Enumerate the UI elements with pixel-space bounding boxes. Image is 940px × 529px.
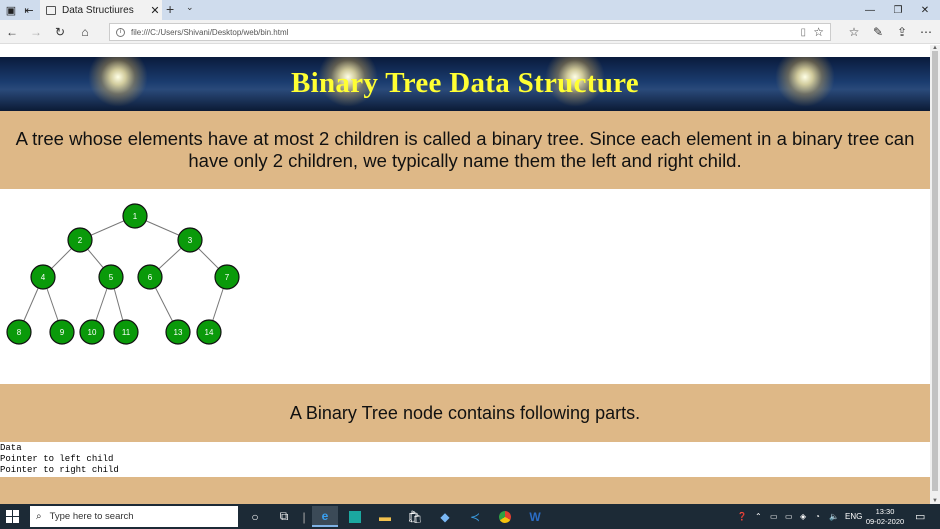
page-title: Binary Tree Data Structure <box>291 67 639 99</box>
tree-node-label: 2 <box>78 236 83 245</box>
sublime-icon[interactable] <box>342 506 368 527</box>
footer-band <box>0 477 930 504</box>
volume-icon[interactable]: 🔈 <box>829 504 839 529</box>
close-window-button[interactable]: ✕ <box>910 0 940 20</box>
edge-browser-icon[interactable]: e <box>312 506 338 527</box>
tree-node-label: 1 <box>133 212 138 221</box>
title-bar: ▣ ⇤ Data Structiures ✕ + ⌄ — ❐ ✕ <box>0 0 940 20</box>
tree-node: 5 <box>98 264 124 290</box>
taskbar-search-input[interactable]: ⌕ Type here to search <box>30 506 238 527</box>
tray-network-icon[interactable]: ▭ <box>770 504 778 529</box>
tree-node: 9 <box>49 319 75 345</box>
tree-node: 8 <box>6 319 32 345</box>
tree-node: 4 <box>30 264 56 290</box>
tree-node-label: 14 <box>205 328 214 337</box>
list-item: Data <box>0 443 22 453</box>
tree-node-label: 13 <box>174 328 183 337</box>
windows-start-icon[interactable] <box>6 510 19 523</box>
new-tab-button[interactable]: + <box>166 1 174 17</box>
tree-node: 10 <box>79 319 105 345</box>
intro-paragraph: A tree whose elements have at most 2 chi… <box>0 111 930 189</box>
vscode-icon[interactable]: ≺ <box>462 506 488 527</box>
address-url: file:///C:/Users/Shivani/Desktop/web/bin… <box>131 27 289 37</box>
tree-node-label: 11 <box>122 328 131 337</box>
parts-heading: A Binary Tree node contains following pa… <box>0 384 930 442</box>
tree-node-label: 4 <box>41 273 46 282</box>
set-tabs-aside-icon[interactable]: ⇤ <box>20 2 38 18</box>
tree-node-label: 3 <box>188 236 193 245</box>
search-icon: ⌕ <box>36 511 42 522</box>
reading-view-icon[interactable]: ▯ <box>800 27 806 38</box>
parts-list: Data Pointer to left child Pointer to ri… <box>0 443 400 476</box>
banner: Binary Tree Data Structure <box>0 57 930 111</box>
refresh-icon[interactable]: ↻ <box>51 23 69 41</box>
forward-arrow-icon[interactable]: → <box>27 23 45 41</box>
tree-node-label: 9 <box>60 328 65 337</box>
more-icon[interactable]: ⋯ <box>917 23 935 41</box>
dropbox-tray-icon[interactable]: ◈ <box>800 504 806 529</box>
tray-chevron-up-icon[interactable]: ⌃ <box>755 504 762 529</box>
language-indicator[interactable]: ENG <box>845 504 862 529</box>
tree-node-label: 5 <box>109 273 114 282</box>
clock-time: 13:30 <box>875 507 895 516</box>
tab-preview-chevron-icon[interactable]: ⌄ <box>186 2 194 13</box>
search-placeholder: Type here to search <box>49 511 134 522</box>
notifications-icon[interactable]: ▭ <box>915 504 925 529</box>
file-explorer-icon[interactable]: ▬ <box>372 506 398 527</box>
separator-icon: | <box>302 509 306 524</box>
word-icon[interactable]: W <box>522 506 548 527</box>
restore-button[interactable]: ❐ <box>883 0 913 20</box>
wifi-icon[interactable]: ◔ <box>815 504 820 529</box>
tree-node: 14 <box>196 319 222 345</box>
navigation-bar: ← → ↻ ⌂ i file:///C:/Users/Shivani/Deskt… <box>0 20 940 44</box>
clock-date: 09-02-2020 <box>865 517 905 526</box>
scrollbar-thumb[interactable] <box>932 51 938 491</box>
tree-node: 1 <box>122 203 148 229</box>
clock[interactable]: 13:30 09-02-2020 <box>862 507 908 527</box>
tab-data-structures[interactable]: Data Structiures ✕ <box>40 0 162 20</box>
favorite-star-icon[interactable]: ☆ <box>813 25 824 39</box>
tree-node: 3 <box>177 227 203 253</box>
tree-node: 2 <box>67 227 93 253</box>
task-view-icon[interactable]: ⧉ <box>271 506 297 527</box>
address-bar[interactable]: i file:///C:/Users/Shivani/Desktop/web/b… <box>109 23 831 41</box>
tree-node-label: 10 <box>88 328 97 337</box>
cortana-icon[interactable]: ○ <box>242 506 268 527</box>
vertical-scrollbar[interactable]: ▲ ▼ <box>930 45 940 504</box>
share-icon[interactable]: ⇪ <box>893 23 911 41</box>
battery-icon[interactable]: ▭ <box>785 504 793 529</box>
list-item: Pointer to right child <box>0 465 119 475</box>
list-item: Pointer to left child <box>0 454 114 464</box>
page-icon <box>46 5 56 15</box>
page-content: Binary Tree Data Structure A tree whose … <box>0 45 930 504</box>
tree-node: 7 <box>214 264 240 290</box>
chrome-icon[interactable] <box>492 506 518 527</box>
tab-close-icon[interactable]: ✕ <box>148 4 162 17</box>
tree-node-label: 8 <box>17 328 22 337</box>
tree-node-label: 6 <box>148 273 153 282</box>
binary-tree-diagram: 1 2 3 4 5 6 7 8 9 10 11 13 14 <box>0 189 260 359</box>
tree-node: 6 <box>137 264 163 290</box>
taskbar: ⌕ Type here to search ○ ⧉ | e ▬ 🛍 ◆ ≺ W … <box>0 504 940 529</box>
back-arrow-icon[interactable]: ← <box>3 23 21 41</box>
info-icon[interactable]: i <box>116 27 125 37</box>
tab-actions-icon[interactable]: ▣ <box>2 2 20 18</box>
tree-node-label: 7 <box>225 273 230 282</box>
minimize-button[interactable]: — <box>855 0 885 20</box>
home-icon[interactable]: ⌂ <box>76 23 94 41</box>
tree-node: 13 <box>165 319 191 345</box>
tray-help-icon[interactable]: ❓ <box>737 504 747 529</box>
store-icon[interactable]: 🛍 <box>402 506 428 527</box>
tree-node: 11 <box>113 319 139 345</box>
tab-title: Data Structiures <box>62 4 134 16</box>
dropbox-icon[interactable]: ◆ <box>432 506 458 527</box>
favorites-icon[interactable]: ☆ <box>845 23 863 41</box>
web-note-icon[interactable]: ✎ <box>869 23 887 41</box>
